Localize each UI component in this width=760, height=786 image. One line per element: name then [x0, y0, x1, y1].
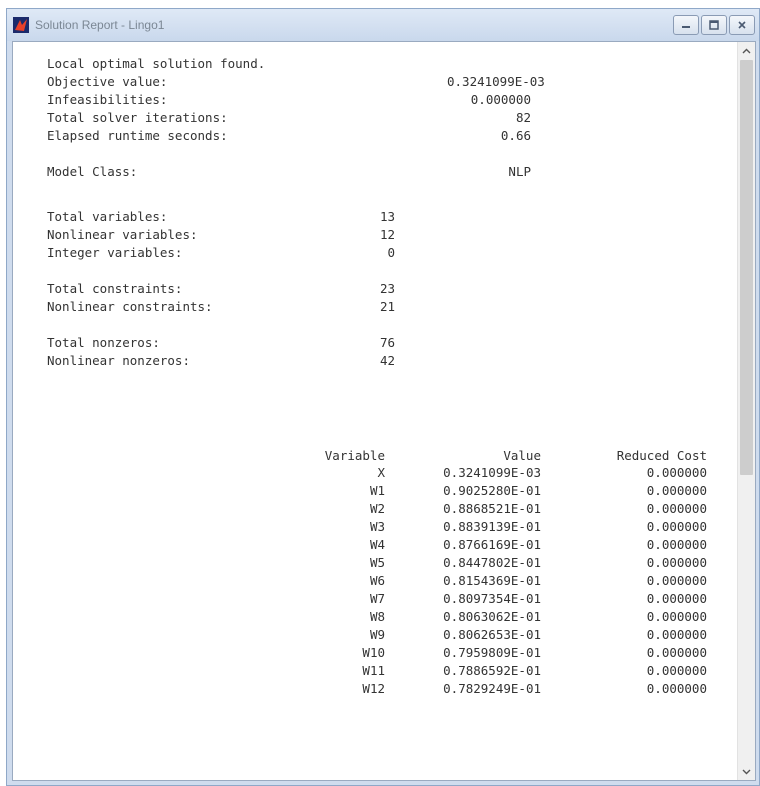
table-row-variable: W4 [369, 537, 385, 552]
table-row-value: 0.9025280E-01 [443, 483, 541, 498]
table-row-variable: W12 [362, 681, 385, 696]
column-header-variable: Variable [324, 448, 385, 463]
runtime-value: 0.66 [500, 128, 531, 143]
table-row-reduced-cost: 0.000000 [646, 663, 707, 678]
table-row-value: 0.8097354E-01 [443, 591, 541, 606]
maximize-button[interactable] [701, 15, 727, 35]
scroll-up-button[interactable] [738, 42, 755, 59]
nonlinear-nonzeros-value: 42 [379, 353, 395, 368]
table-row-value: 0.3241099E-03 [443, 465, 541, 480]
scrollbar-thumb[interactable] [740, 60, 753, 475]
window-title: Solution Report - Lingo1 [35, 18, 165, 32]
status-line: Local optimal solution found. [47, 56, 266, 71]
total-variables-value: 13 [379, 209, 395, 224]
table-row-variable: W8 [369, 609, 385, 624]
title-bar[interactable]: Solution Report - Lingo1 [7, 9, 759, 41]
maximize-icon [709, 20, 719, 30]
table-row-variable: W11 [362, 663, 385, 678]
table-row-value: 0.8766169E-01 [443, 537, 541, 552]
report-content: Local optimal solution found. Objective … [13, 42, 739, 780]
nonlinear-nonzeros-label: Nonlinear nonzeros: [47, 353, 190, 368]
table-row-variable: W6 [369, 573, 385, 588]
table-row-variable: W7 [369, 591, 385, 606]
chevron-up-icon [742, 48, 751, 53]
table-row-variable: X [377, 465, 385, 480]
nonlinear-variables-value: 12 [379, 227, 395, 242]
table-row-value: 0.8868521E-01 [443, 501, 541, 516]
nonlinear-constraints-label: Nonlinear constraints: [47, 299, 213, 314]
nonlinear-variables-label: Nonlinear variables: [47, 227, 198, 242]
table-row-variable: W5 [369, 555, 385, 570]
iterations-value: 82 [515, 110, 531, 125]
table-row-value: 0.7886592E-01 [443, 663, 541, 678]
vertical-scrollbar[interactable] [737, 42, 755, 780]
model-class-label: Model Class: [47, 164, 138, 179]
runtime-label: Elapsed runtime seconds: [47, 128, 228, 143]
model-class-value: NLP [508, 164, 531, 179]
table-row-value: 0.7829249E-01 [443, 681, 541, 696]
iterations-label: Total solver iterations: [47, 110, 228, 125]
table-row-variable: W10 [362, 645, 385, 660]
minimize-icon [682, 26, 690, 28]
table-row-reduced-cost: 0.000000 [646, 591, 707, 606]
table-row-variable: W9 [369, 627, 385, 642]
table-row-reduced-cost: 0.000000 [646, 681, 707, 696]
table-row-reduced-cost: 0.000000 [646, 465, 707, 480]
objective-label: Objective value: [47, 74, 168, 89]
chevron-down-icon [742, 769, 751, 774]
table-row-reduced-cost: 0.000000 [646, 609, 707, 624]
table-row-reduced-cost: 0.000000 [646, 645, 707, 660]
column-header-value: Value [503, 448, 541, 463]
integer-variables-label: Integer variables: [47, 245, 183, 260]
lingo-app-icon [13, 17, 29, 33]
close-icon [738, 21, 746, 29]
column-header-reduced-cost: Reduced Cost [616, 448, 707, 463]
table-row-reduced-cost: 0.000000 [646, 555, 707, 570]
table-row-value: 0.8154369E-01 [443, 573, 541, 588]
infeasibilities-label: Infeasibilities: [47, 92, 168, 107]
table-row-reduced-cost: 0.000000 [646, 573, 707, 588]
table-row-reduced-cost: 0.000000 [646, 519, 707, 534]
integer-variables-value: 0 [387, 245, 395, 260]
objective-value: 0.3241099E-03 [447, 74, 545, 89]
infeasibilities-value: 0.000000 [470, 92, 531, 107]
minimize-button[interactable] [673, 15, 699, 35]
total-nonzeros-value: 76 [379, 335, 395, 350]
total-nonzeros-label: Total nonzeros: [47, 335, 160, 350]
close-button[interactable] [729, 15, 755, 35]
table-row-reduced-cost: 0.000000 [646, 537, 707, 552]
solution-report-window: Solution Report - Lingo1 Local optimal s… [6, 8, 760, 786]
table-row-value: 0.8063062E-01 [443, 609, 541, 624]
total-variables-label: Total variables: [47, 209, 168, 224]
table-row-value: 0.8062653E-01 [443, 627, 541, 642]
total-constraints-value: 23 [379, 281, 395, 296]
table-row-variable: W3 [369, 519, 385, 534]
table-row-variable: W1 [369, 483, 385, 498]
table-row-reduced-cost: 0.000000 [646, 501, 707, 516]
scroll-down-button[interactable] [738, 763, 755, 780]
table-row-reduced-cost: 0.000000 [646, 483, 707, 498]
table-row-value: 0.7959809E-01 [443, 645, 541, 660]
table-row-variable: W2 [369, 501, 385, 516]
table-row-reduced-cost: 0.000000 [646, 627, 707, 642]
report-text-area[interactable]: Local optimal solution found. Objective … [12, 41, 756, 781]
table-row-value: 0.8447802E-01 [443, 555, 541, 570]
total-constraints-label: Total constraints: [47, 281, 183, 296]
nonlinear-constraints-value: 21 [379, 299, 395, 314]
table-row-value: 0.8839139E-01 [443, 519, 541, 534]
